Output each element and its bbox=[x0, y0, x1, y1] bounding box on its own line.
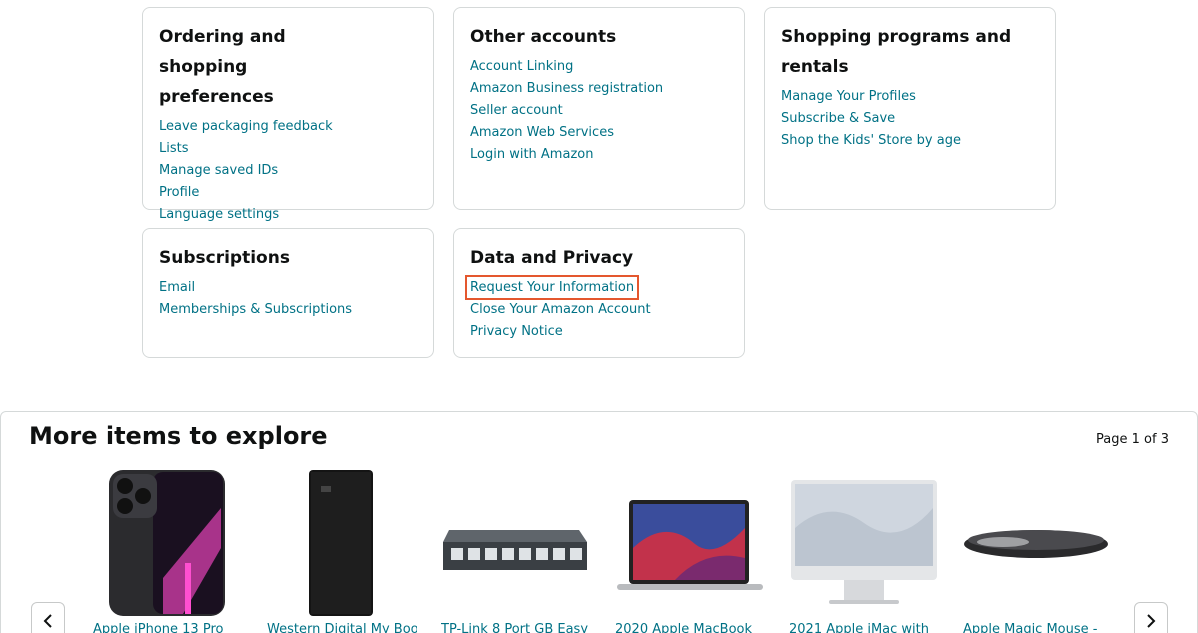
product-card[interactable]: Apple iPhone 13 Pro bbox=[93, 468, 243, 633]
link-request-your-information[interactable]: Request Your Information bbox=[464, 275, 640, 300]
product-image-iphone[interactable] bbox=[93, 468, 243, 618]
product-image-imac[interactable] bbox=[789, 468, 939, 618]
product-card[interactable]: Apple Magic Mouse - bbox=[963, 468, 1113, 633]
card-title: Shopping programs and rentals bbox=[781, 27, 1012, 77]
product-image-wd-mybook[interactable] bbox=[267, 468, 417, 618]
link-seller-account[interactable]: Seller account bbox=[470, 103, 563, 118]
card-other-accounts: Other accounts Account Linking Amazon Bu… bbox=[453, 7, 745, 210]
product-title[interactable]: 2020 Apple MacBook bbox=[615, 622, 765, 633]
link-email[interactable]: Email bbox=[159, 280, 195, 295]
link-manage-saved-ids[interactable]: Manage saved IDs bbox=[159, 163, 278, 178]
link-amazon-business-registration[interactable]: Amazon Business registration bbox=[470, 81, 663, 96]
carousel-next-button[interactable] bbox=[1134, 602, 1168, 633]
link-lists[interactable]: Lists bbox=[159, 141, 189, 156]
card-title: Subscriptions bbox=[159, 248, 290, 268]
link-amazon-web-services[interactable]: Amazon Web Services bbox=[470, 125, 614, 140]
link-account-linking[interactable]: Account Linking bbox=[470, 59, 573, 74]
card-title: Data and Privacy bbox=[470, 248, 634, 268]
card-ordering-preferences: Ordering and shopping preferences Leave … bbox=[142, 7, 434, 222]
card-shopping-programs: Shopping programs and rentals Manage You… bbox=[764, 7, 1056, 210]
product-title[interactable]: Apple Magic Mouse - bbox=[963, 622, 1113, 633]
product-image-tplink-switch[interactable] bbox=[441, 468, 591, 618]
carousel-page-indicator: Page 1 of 3 bbox=[1096, 432, 1169, 447]
link-language-settings[interactable]: Language settings bbox=[159, 207, 279, 222]
product-card[interactable]: Western Digital My Book bbox=[267, 468, 417, 633]
link-privacy-notice[interactable]: Privacy Notice bbox=[470, 324, 563, 339]
link-login-with-amazon[interactable]: Login with Amazon bbox=[470, 147, 593, 162]
link-subscribe-and-save[interactable]: Subscribe & Save bbox=[781, 111, 895, 126]
product-image-macbook[interactable] bbox=[615, 468, 765, 618]
carousel-title: More items to explore bbox=[29, 422, 328, 450]
product-card[interactable]: TP-Link 8 Port GB Easy bbox=[441, 468, 591, 633]
chevron-left-icon bbox=[43, 613, 53, 632]
link-shop-kids-store[interactable]: Shop the Kids' Store by age bbox=[781, 133, 961, 148]
product-title[interactable]: 2021 Apple iMac with bbox=[789, 622, 939, 633]
more-items-carousel: More items to explore Page 1 of 3 Apple … bbox=[0, 411, 1198, 633]
link-profile[interactable]: Profile bbox=[159, 185, 199, 200]
product-title[interactable]: Apple iPhone 13 Pro bbox=[93, 622, 243, 633]
card-data-privacy: Data and Privacy Request Your Informatio… bbox=[453, 228, 745, 358]
chevron-right-icon bbox=[1146, 613, 1156, 632]
link-leave-packaging-feedback[interactable]: Leave packaging feedback bbox=[159, 119, 333, 134]
product-card[interactable]: 2020 Apple MacBook bbox=[615, 468, 765, 633]
product-title[interactable]: Western Digital My Book bbox=[267, 622, 417, 633]
product-image-magic-mouse[interactable] bbox=[963, 468, 1113, 618]
product-title[interactable]: TP-Link 8 Port GB Easy bbox=[441, 622, 591, 633]
card-title: Other accounts bbox=[470, 27, 617, 47]
link-memberships-subscriptions[interactable]: Memberships & Subscriptions bbox=[159, 302, 352, 317]
card-subscriptions: Subscriptions Email Memberships & Subscr… bbox=[142, 228, 434, 358]
card-title: Ordering and shopping preferences bbox=[159, 27, 286, 107]
product-card[interactable]: 2021 Apple iMac with bbox=[789, 468, 939, 633]
link-close-amazon-account[interactable]: Close Your Amazon Account bbox=[470, 302, 651, 317]
carousel-prev-button[interactable] bbox=[31, 602, 65, 633]
link-manage-your-profiles[interactable]: Manage Your Profiles bbox=[781, 89, 916, 104]
